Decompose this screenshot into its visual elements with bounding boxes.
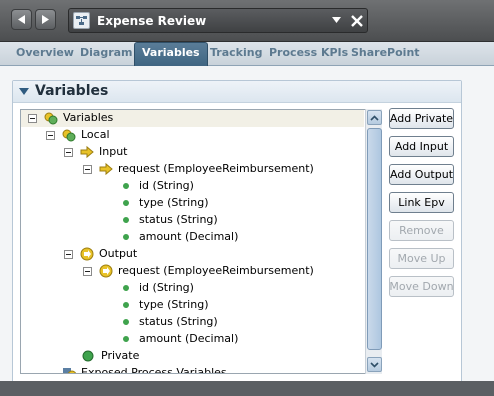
output-arrow-icon [99,264,113,278]
forward-button[interactable] [35,9,56,30]
tree-scrollbar[interactable] [365,109,382,374]
tree-row-field[interactable]: status (String) [21,314,364,331]
tree-label: Private [101,349,140,362]
tree-row-input[interactable]: Input [21,144,364,161]
tree-row-private[interactable]: Private [21,348,364,365]
tree-label: Variables [63,111,114,124]
link-epv-button[interactable]: Link Epv [389,192,454,213]
tree-row-field[interactable]: amount (Decimal) [21,229,364,246]
section-header[interactable]: Variables [13,81,461,103]
chevron-down-icon[interactable] [332,17,341,23]
tree-row-output[interactable]: Output [21,246,364,263]
tab-overview[interactable]: Overview [16,46,74,59]
window-header: Expense Review [0,0,494,42]
window-bottom-edge [0,381,494,396]
output-arrow-icon [80,247,94,261]
move-up-button[interactable]: Move Up [389,248,454,269]
tree-row-exposed-variables[interactable]: Exposed Process Variables [21,365,364,374]
variables-icon [44,112,58,125]
tree-row-field[interactable]: id (String) [21,178,364,195]
tree-label: type (String) [139,196,209,209]
add-private-button[interactable]: Add Private [389,108,454,129]
scroll-up-button[interactable] [367,110,382,125]
chevron-up-icon [370,114,379,121]
field-dot-icon [123,217,129,223]
tab-diagram[interactable]: Diagram [80,46,133,59]
tree-label: Exposed Process Variables [81,366,227,374]
chevron-down-icon [370,361,379,368]
document-title: Expense Review [97,14,207,28]
field-dot-icon [123,285,129,291]
tree-row-field[interactable]: amount (Decimal) [21,331,364,348]
close-button[interactable] [347,11,367,31]
field-dot-icon [123,234,129,240]
scroll-down-button[interactable] [367,357,382,372]
tree-row-field[interactable]: id (String) [21,280,364,297]
tree-label: Input [99,145,128,158]
collapse-toggle-icon[interactable] [28,114,37,123]
tree-label: amount (Decimal) [139,332,239,345]
tree-row-field[interactable]: type (String) [21,195,364,212]
tree-label: amount (Decimal) [139,230,239,243]
tree-row-variables[interactable]: Variables [21,110,364,127]
tree-row-field[interactable]: status (String) [21,212,364,229]
input-arrow-icon [99,162,113,176]
add-output-button[interactable]: Add Output [389,164,454,185]
collapse-toggle-icon[interactable] [83,165,92,174]
collapse-toggle-icon[interactable] [64,250,73,259]
scroll-thumb[interactable] [367,128,382,350]
collapse-arrow-icon[interactable] [19,88,29,95]
editor-tab-bar: Overview Diagram Variables Tracking Proc… [0,42,494,66]
tab-tracking[interactable]: Tracking [210,46,262,59]
tree-row-output-request[interactable]: request (EmployeeReimbursement) [21,263,364,280]
tab-sharepoint[interactable]: SharePoint [351,46,420,59]
collapse-toggle-icon[interactable] [46,131,55,140]
process-document-icon [73,12,90,29]
field-dot-icon [123,200,129,206]
tree-label: type (String) [139,298,209,311]
tree-label: status (String) [139,213,218,226]
local-icon [62,129,76,142]
tree-label: status (String) [139,315,218,328]
field-dot-icon [123,319,129,325]
tree-label: Output [99,247,138,260]
tree-label: request (EmployeeReimbursement) [118,264,314,277]
input-arrow-icon [80,145,94,159]
tree-label: request (EmployeeReimbursement) [118,162,314,175]
tree-row-field[interactable]: type (String) [21,297,364,314]
close-icon [351,15,363,27]
field-dot-icon [123,302,129,308]
back-arrow-icon [18,15,25,24]
tab-variables[interactable]: Variables [134,42,208,66]
field-dot-icon [123,183,129,189]
tree-label: id (String) [139,179,194,192]
private-icon [82,350,94,362]
back-button[interactable] [11,9,32,30]
tree-row-input-request[interactable]: request (EmployeeReimbursement) [21,161,364,178]
section-title: Variables [35,83,109,99]
tree-row-local[interactable]: Local [21,127,364,144]
field-dot-icon [123,336,129,342]
tree-label: Local [81,128,110,141]
exposed-vars-icon [63,368,76,373]
add-input-button[interactable]: Add Input [389,136,454,157]
forward-arrow-icon [42,15,49,24]
variables-tree[interactable]: Variables Local Input request (EmployeeR… [20,109,382,374]
document-title-box[interactable]: Expense Review [68,8,368,33]
collapse-toggle-icon[interactable] [64,148,73,157]
tab-process-kpis[interactable]: Process KPIs [269,46,348,59]
remove-button[interactable]: Remove [389,220,454,241]
collapse-toggle-icon[interactable] [83,267,92,276]
move-down-button[interactable]: Move Down [389,276,454,297]
tree-label: id (String) [139,281,194,294]
